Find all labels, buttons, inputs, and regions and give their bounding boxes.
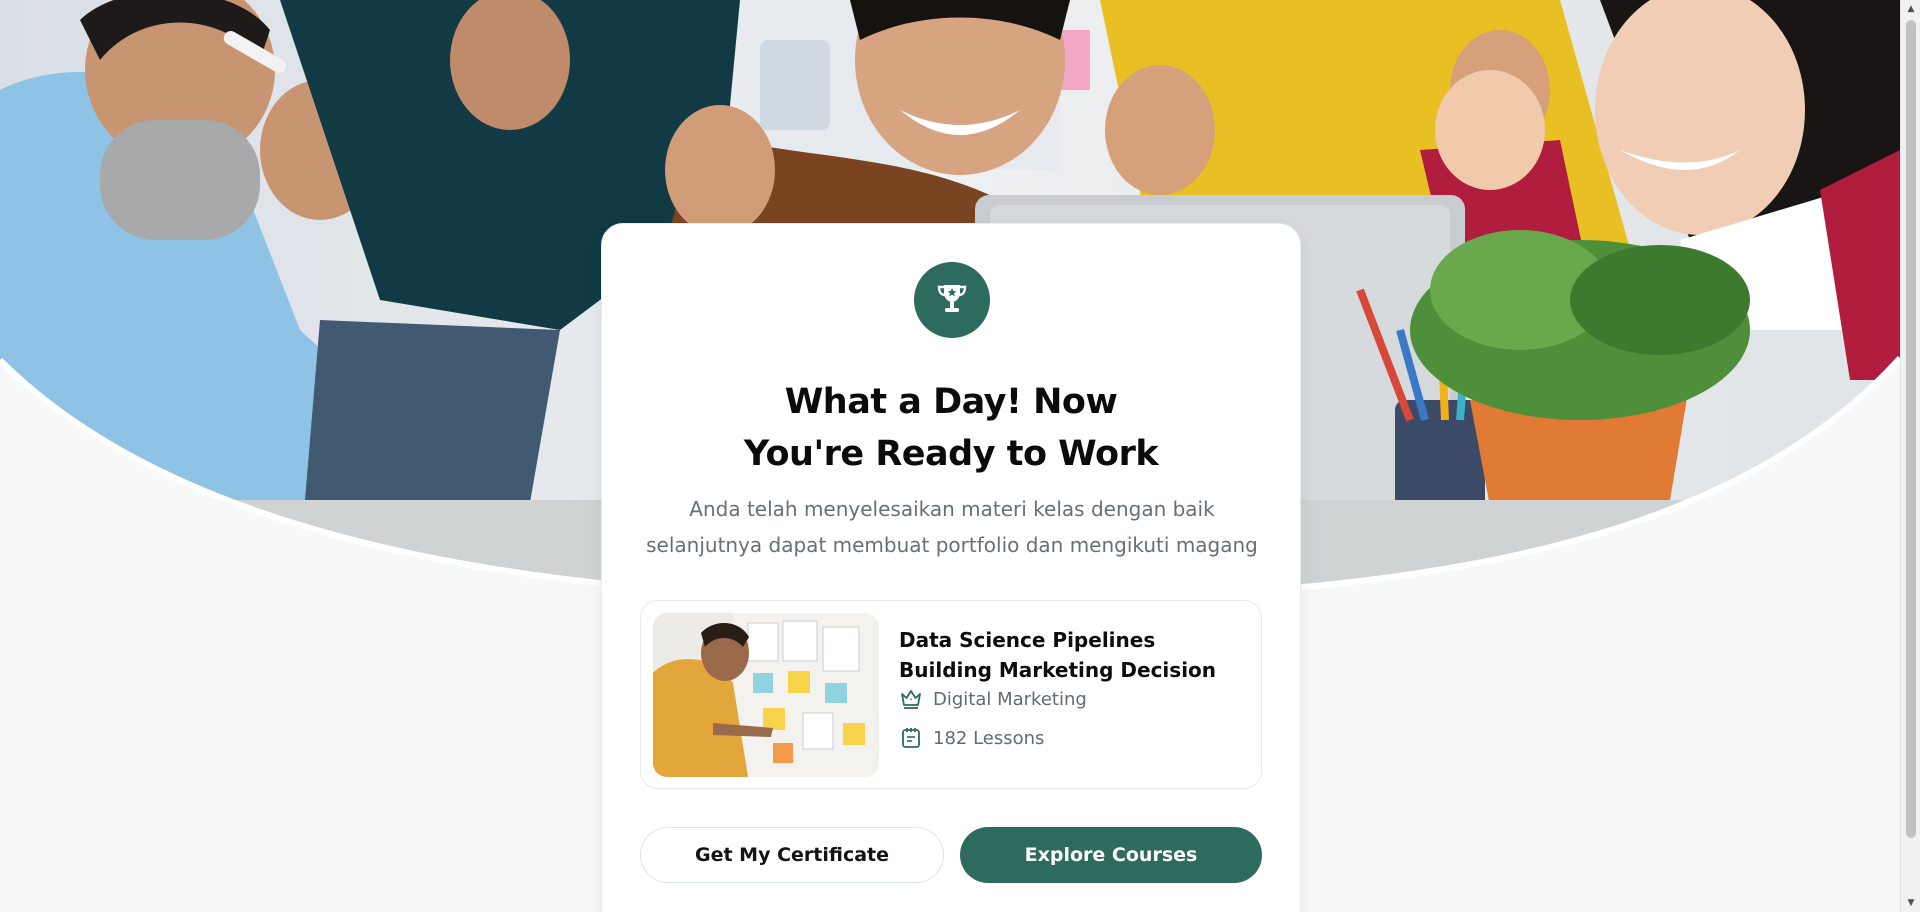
course-card[interactable]: Data Science Pipelines Building Marketin… — [640, 600, 1262, 789]
trophy-icon — [933, 279, 971, 321]
course-lessons-label: 182 Lessons — [933, 727, 1045, 749]
crown-icon — [899, 687, 923, 711]
scroll-thumb[interactable] — [1906, 20, 1916, 838]
subtitle: Anda telah menyelesaikan materi kelas de… — [622, 491, 1282, 563]
subtitle-line-2: selanjutnya dapat membuat portfolio dan … — [646, 533, 1258, 557]
scroll-up-arrow-icon[interactable]: ▲ — [1901, 0, 1920, 18]
scrollbar[interactable]: ▲ ▼ — [1900, 0, 1920, 912]
notebook-icon — [899, 726, 923, 750]
course-lessons: 182 Lessons — [899, 726, 1044, 750]
explore-courses-button[interactable]: Explore Courses — [960, 827, 1262, 883]
subtitle-line-1: Anda telah menyelesaikan materi kelas de… — [689, 497, 1215, 521]
title-line-2: You're Ready to Work — [743, 434, 1159, 474]
course-category: Digital Marketing — [899, 687, 1087, 711]
course-thumbnail — [653, 613, 879, 777]
course-category-label: Digital Marketing — [933, 688, 1087, 710]
get-certificate-button[interactable]: Get My Certificate — [640, 827, 944, 883]
page-title: What a Day! Now You're Ready to Work — [602, 376, 1300, 480]
completion-card: What a Day! Now You're Ready to Work And… — [601, 223, 1301, 912]
trophy-badge — [914, 262, 990, 338]
course-title[interactable]: Data Science Pipelines Building Marketin… — [899, 625, 1249, 685]
title-line-1: What a Day! Now — [784, 382, 1118, 422]
scroll-down-arrow-icon[interactable]: ▼ — [1901, 894, 1920, 912]
